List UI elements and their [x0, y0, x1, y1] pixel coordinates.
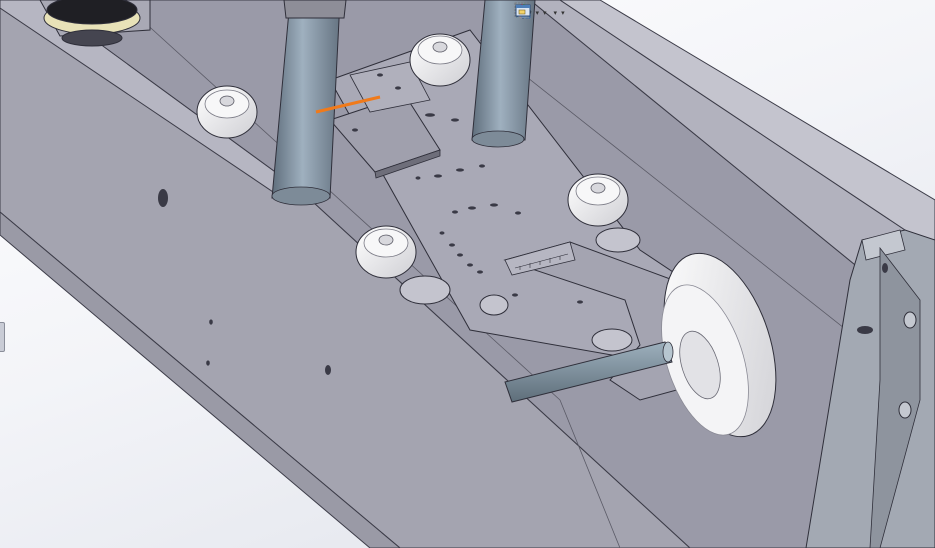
chevron-down-icon[interactable]: ▾ — [561, 3, 565, 23]
plate-slot — [479, 294, 509, 316]
plate-cutout-left — [399, 275, 451, 305]
caster-wheel-3 — [567, 173, 629, 227]
chevron-down-icon[interactable]: ▾ — [554, 3, 558, 23]
hide-show-items-button[interactable]: ▾ — [515, 3, 548, 23]
collapsed-panel-tab[interactable] — [0, 322, 5, 352]
graphics-area[interactable]: ▾▾▾▾▾ — [0, 0, 935, 548]
edit-appearance-button[interactable] — [516, 3, 551, 23]
chevron-down-icon[interactable]: ▾ — [543, 3, 547, 23]
plate-cutout-bottom — [591, 328, 633, 352]
cad-model-view[interactable] — [0, 0, 935, 548]
chevron-down-icon[interactable]: ▾ — [536, 3, 540, 23]
caster-wheel-4 — [355, 225, 417, 279]
heads-up-view-toolbar: ▾▾▾▾▾ — [514, 2, 566, 24]
caster-wheel-1 — [196, 85, 258, 139]
caster-wheel-2 — [409, 33, 471, 87]
plate-cutout-right — [595, 227, 641, 253]
apply-scene-button[interactable]: ▾ — [516, 3, 559, 23]
display-style-button[interactable]: ▾ — [515, 3, 541, 23]
view-settings-button[interactable]: ▾ — [515, 3, 566, 23]
